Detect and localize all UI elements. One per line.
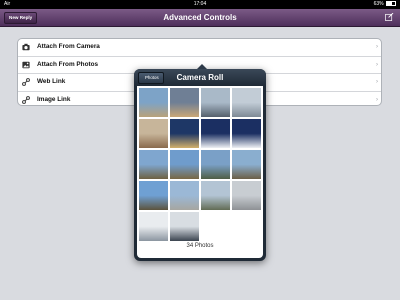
photo-thumbnail[interactable]: [232, 119, 261, 148]
photo-thumbnail[interactable]: [201, 88, 230, 117]
photo-thumbnail[interactable]: [170, 181, 199, 210]
photo-thumbnail[interactable]: [201, 150, 230, 179]
photo-grid-area: 34 Photos: [137, 86, 263, 258]
photo-thumbnail[interactable]: [170, 212, 199, 241]
clock: 17:04: [193, 1, 207, 7]
photo-thumbnail[interactable]: [170, 150, 199, 179]
chevron-right-icon: ›: [376, 79, 378, 85]
attach-from-camera-row[interactable]: Attach From Camera ›: [18, 39, 381, 57]
photo-thumbnail[interactable]: [201, 181, 230, 210]
row-label: Web Link: [37, 78, 66, 85]
photo-thumbnail[interactable]: [170, 119, 199, 148]
popover-header: Camera Roll Photos: [134, 69, 266, 86]
camera-roll-popover: Camera Roll Photos 34 Photos: [134, 64, 266, 261]
photo-thumbnail[interactable]: [139, 150, 168, 179]
photo-thumbnail[interactable]: [232, 88, 261, 117]
photo-thumbnail[interactable]: [232, 181, 261, 210]
compose-icon[interactable]: [385, 13, 394, 21]
battery-percent: 63%: [373, 1, 384, 7]
photos-back-button[interactable]: Photos: [138, 72, 164, 84]
photo-thumbnail[interactable]: [232, 150, 261, 179]
status-bar: Air 17:04 63%: [0, 0, 400, 9]
page-title: Advanced Controls: [163, 13, 237, 22]
photo-thumbnail[interactable]: [201, 119, 230, 148]
chevron-right-icon: ›: [376, 44, 378, 50]
navigation-bar: Advanced Controls New Reply: [0, 9, 400, 27]
battery-indicator: 63%: [374, 0, 396, 9]
photo-thumbnail[interactable]: [139, 119, 168, 148]
photo-thumbnail[interactable]: [139, 181, 168, 210]
photos-icon: [22, 61, 30, 68]
photo-thumbnail[interactable]: [139, 212, 168, 241]
camera-icon: [22, 43, 30, 51]
image-link-icon: [22, 95, 30, 104]
chevron-right-icon: ›: [376, 96, 378, 103]
photo-thumbnail[interactable]: [139, 88, 168, 117]
battery-icon: [386, 1, 396, 7]
row-label: Attach From Camera: [37, 43, 100, 50]
photo-thumbnail[interactable]: [170, 88, 199, 117]
link-icon: [22, 78, 30, 86]
photo-count: 34 Photos: [186, 243, 214, 249]
row-label: Image Link: [37, 95, 71, 103]
chevron-right-icon: ›: [376, 61, 378, 68]
new-reply-button[interactable]: New Reply: [4, 12, 38, 24]
row-label: Attach From Photos: [37, 60, 99, 68]
